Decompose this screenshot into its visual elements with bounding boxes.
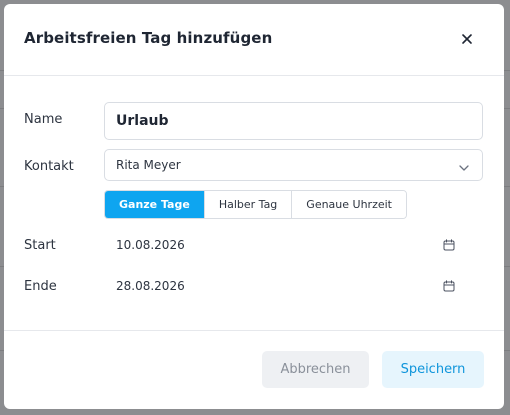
dialog-title: Arbeitsfreien Tag hinzufügen [24,29,273,47]
end-date-value: 28.08.2026 [116,279,185,293]
name-input[interactable] [104,102,483,140]
duration-option-half-day[interactable]: Halber Tag [204,191,293,218]
save-button[interactable]: Speichern [382,351,484,388]
duration-option-exact-time[interactable]: Genaue Uhrzeit [292,191,406,218]
chevron-down-icon [458,159,470,171]
contact-selected-value: Rita Meyer [116,158,181,172]
close-icon[interactable] [456,28,478,50]
duration-option-full-days[interactable]: Ganze Tage [105,191,205,218]
backdrop-line [504,108,510,109]
backdrop-line [504,350,510,351]
calendar-icon[interactable] [443,277,455,292]
add-day-off-dialog: Arbeitsfreien Tag hinzufügen Name Kontak… [4,4,504,409]
end-date-field[interactable]: 28.08.2026 [104,271,483,301]
backdrop-line [504,70,510,71]
end-label: Ende [24,279,57,294]
calendar-icon[interactable] [443,236,455,251]
footer-divider [4,330,504,331]
name-label: Name [24,112,63,127]
start-date-field[interactable]: 10.08.2026 [104,230,483,260]
contact-label: Kontakt [24,159,74,174]
backdrop-line [504,186,510,187]
contact-select[interactable]: Rita Meyer [104,149,483,181]
backdrop-line [504,266,510,267]
cancel-button[interactable]: Abbrechen [262,351,369,388]
start-date-value: 10.08.2026 [116,238,185,252]
start-label: Start [24,238,56,253]
dialog-header: Arbeitsfreien Tag hinzufügen [4,4,504,76]
duration-toggle: Ganze Tage Halber Tag Genaue Uhrzeit [104,190,407,219]
